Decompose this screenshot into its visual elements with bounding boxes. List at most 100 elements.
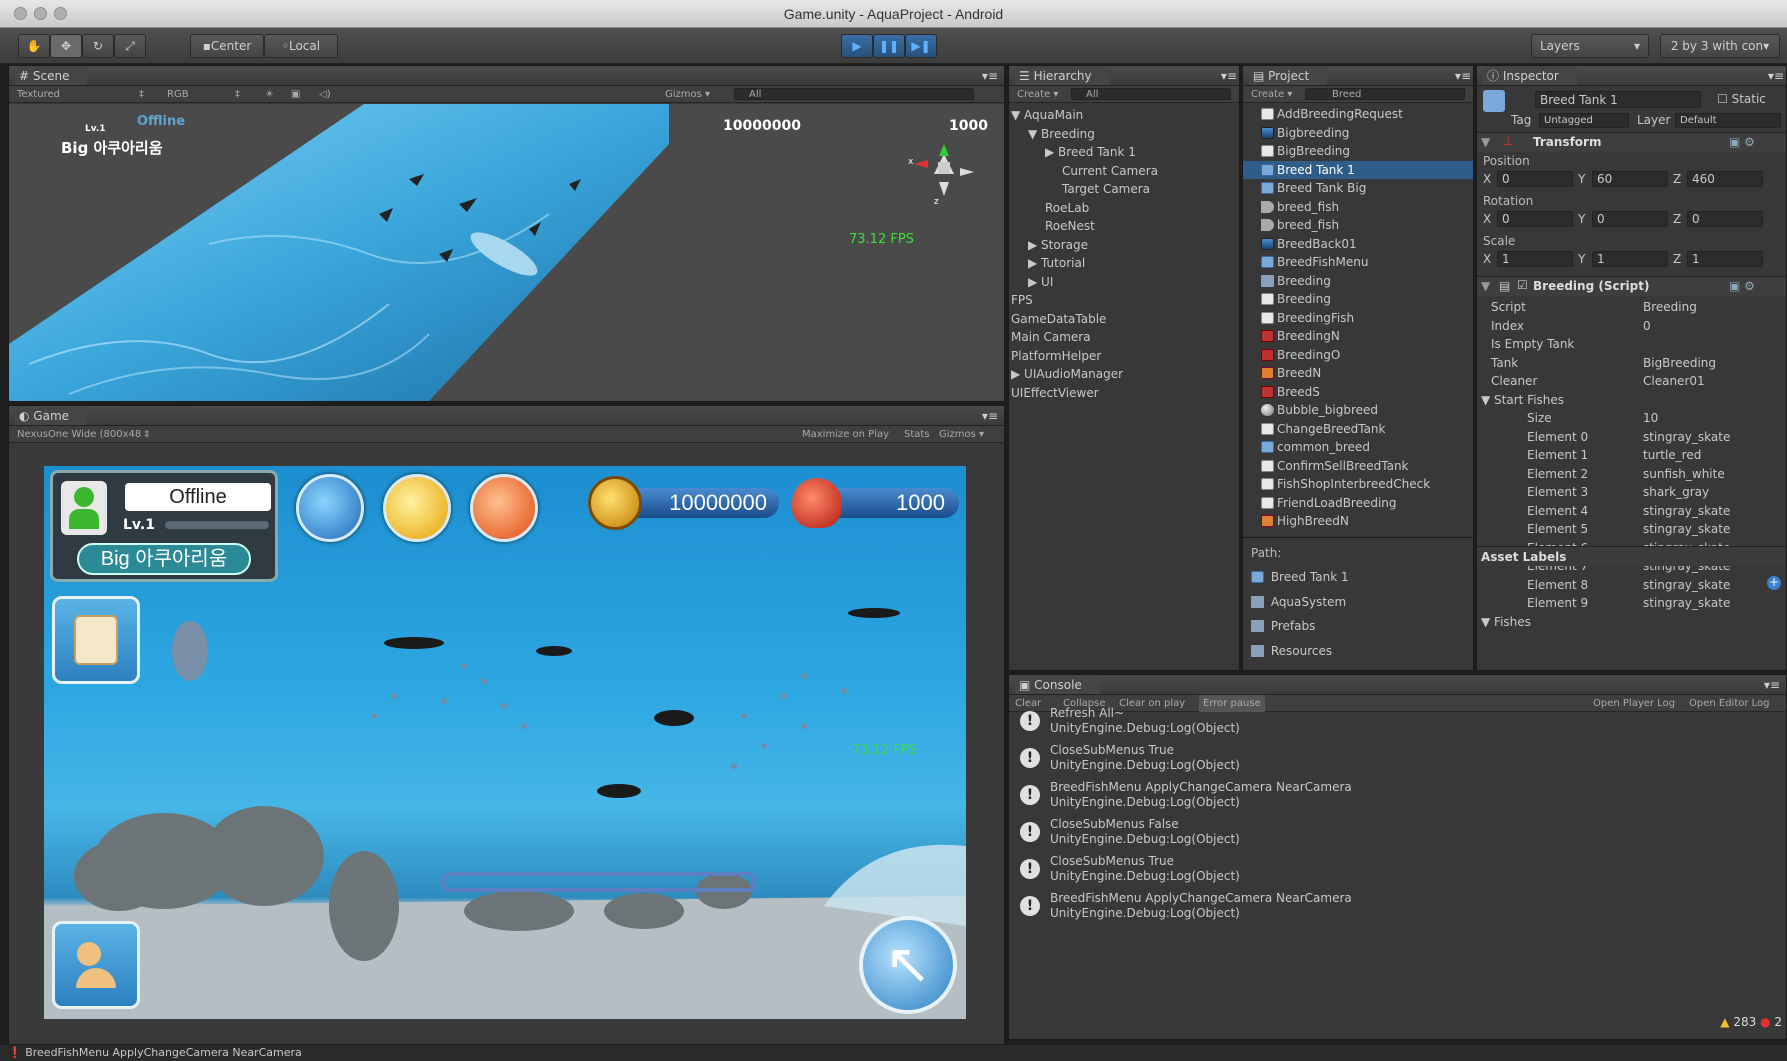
project-asset-item[interactable]: ConfirmSellBreedTank	[1243, 457, 1473, 476]
step-icon[interactable]: ▶❚	[905, 34, 937, 58]
project-asset-item[interactable]: Bigbreeding	[1243, 124, 1473, 143]
project-asset-item[interactable]: Breeding	[1243, 290, 1473, 309]
stats-toggle[interactable]: Stats	[904, 426, 930, 443]
hierarchy-item[interactable]: Target Camera	[1009, 180, 1239, 199]
console-log-entry[interactable]: ! CloseSubMenus False UnityEngine.Debug:Lo…	[1009, 816, 1775, 853]
panel-menu-icon[interactable]: ▾≡	[982, 406, 998, 426]
tab-hierarchy[interactable]: ☰ Hierarchy	[1015, 66, 1110, 85]
project-asset-item[interactable]: BigBreeding	[1243, 142, 1473, 161]
rotation-y-field[interactable]: 0	[1592, 211, 1668, 227]
gold-icon[interactable]	[383, 474, 451, 542]
friends-icon[interactable]	[52, 921, 140, 1009]
add-label-icon[interactable]: +	[1767, 576, 1781, 590]
hierarchy-item[interactable]: ▼ AquaMain	[1009, 106, 1239, 125]
element-field-value[interactable]: stingray_skate	[1643, 428, 1730, 447]
play-icon[interactable]: ▶	[841, 34, 873, 58]
path-item[interactable]: Breed Tank 1	[1251, 570, 1349, 595]
script-field-value[interactable]: Cleaner01	[1643, 372, 1705, 391]
size-field-value[interactable]: 10	[1643, 409, 1658, 428]
project-asset-item[interactable]: BreedingO	[1243, 346, 1473, 365]
position-x-field[interactable]: 0	[1497, 171, 1573, 187]
audio-toggle-icon[interactable]: ◁)	[319, 86, 331, 103]
project-asset-item[interactable]: BreedS	[1243, 383, 1473, 402]
script-field[interactable]: Tank BigBreeding	[1477, 354, 1786, 373]
hierarchy-create-button[interactable]: Create ▾	[1017, 89, 1058, 100]
element-field-value[interactable]: sunfish_white	[1643, 465, 1725, 484]
game-gizmos-dropdown[interactable]: Gizmos ▾	[939, 426, 984, 443]
script-field[interactable]: Cleaner Cleaner01	[1477, 372, 1786, 391]
tab-game[interactable]: ◐ Game	[15, 406, 88, 425]
project-asset-item[interactable]: AddBreedingRequest	[1243, 105, 1473, 124]
rotation-z-field[interactable]: 0	[1687, 211, 1763, 227]
project-asset-item[interactable]: BreedBack01	[1243, 235, 1473, 254]
project-create-button[interactable]: Create ▾	[1251, 89, 1292, 100]
script-header[interactable]: ▼ ▤ ☑ Breeding (Script) ▣ ⚙	[1477, 276, 1786, 296]
hierarchy-item[interactable]: UIEffectViewer	[1009, 384, 1239, 403]
project-search-input[interactable]: Breed	[1305, 88, 1465, 100]
project-asset-item[interactable]: ChangeBreedTank	[1243, 420, 1473, 439]
settings-gear-icon[interactable]: ▣ ⚙	[1729, 135, 1755, 149]
scene-search-input[interactable]: All	[734, 88, 974, 100]
scene-orientation-gizmo-icon[interactable]: xz	[904, 134, 984, 204]
script-field[interactable]: Index 0	[1477, 317, 1786, 336]
script-field[interactable]: Is Empty Tank	[1477, 335, 1786, 354]
element-field-value[interactable]: stingray_skate	[1643, 594, 1730, 613]
local-pivot-button[interactable]: ◦ Local	[264, 34, 338, 58]
console-log-entry[interactable]: ! BreedFishMenu ApplyChangeCamera NearCam…	[1009, 890, 1775, 927]
project-asset-item[interactable]: Bubble_bigbreed	[1243, 401, 1473, 420]
rotation-x-field[interactable]: 0	[1497, 211, 1573, 227]
console-log-entry[interactable]: ! CloseSubMenus True UnityEngine.Debug:Log…	[1009, 742, 1775, 779]
hierarchy-item[interactable]: ▶ UI	[1009, 273, 1239, 292]
lock-icon[interactable]: ▾≡	[1768, 66, 1784, 86]
zoom-window-button[interactable]	[54, 7, 67, 20]
maximize-on-play-toggle[interactable]: Maximize on Play	[802, 426, 889, 443]
scale-z-field[interactable]: 1	[1687, 251, 1763, 267]
project-asset-item[interactable]: breed_fish	[1243, 216, 1473, 235]
shading-mode-dropdown[interactable]: Textured	[17, 89, 60, 100]
element-field-value[interactable]: stingray_skate	[1643, 502, 1730, 521]
fish-shop-icon[interactable]	[296, 474, 364, 542]
element-field[interactable]: Element 9 stingray_skate	[1477, 594, 1786, 613]
status-bar[interactable]: ❗ BreedFishMenu ApplyChangeCamera NearCa…	[0, 1045, 1787, 1061]
settings-gear-icon[interactable]: ▣ ⚙	[1729, 279, 1755, 293]
transform-header[interactable]: ▼ ⊥ Transform ▣ ⚙	[1477, 132, 1786, 152]
game-viewport[interactable]: Offline Lv.1 Big 아쿠아리움 10000000 1000 ↖ 7…	[44, 466, 966, 1019]
panel-menu-icon[interactable]: ▾≡	[1455, 66, 1471, 86]
hierarchy-item[interactable]: ▼ Breeding	[1009, 125, 1239, 144]
hierarchy-item[interactable]: FPS	[1009, 291, 1239, 310]
path-item[interactable]: Resources	[1251, 644, 1349, 669]
start-fishes-foldout[interactable]: ▼ Start Fishes	[1477, 391, 1786, 410]
project-asset-item[interactable]: breed_fish	[1243, 198, 1473, 217]
element-field[interactable]: Element 8 stingray_skate	[1477, 576, 1786, 595]
asset-labels-header[interactable]: Asset Labels	[1477, 546, 1786, 566]
project-asset-item[interactable]: Breed Tank Big	[1243, 179, 1473, 198]
console-log-entry[interactable]: ! BreedFishMenu ApplyChangeCamera NearCam…	[1009, 779, 1775, 816]
element-field[interactable]: Element 2 sunfish_white	[1477, 465, 1786, 484]
hierarchy-item[interactable]: Current Camera	[1009, 162, 1239, 181]
layer-dropdown[interactable]: Default	[1675, 113, 1781, 128]
hierarchy-item[interactable]: RoeNest	[1009, 217, 1239, 236]
hierarchy-item[interactable]: GameDataTable	[1009, 310, 1239, 329]
path-item[interactable]: Prefabs	[1251, 619, 1349, 644]
console-log-entry[interactable]: ! CloseSubMenus True UnityEngine.Debug:Log…	[1009, 853, 1775, 890]
tab-console[interactable]: ▣ Console	[1015, 675, 1100, 694]
project-asset-item[interactable]: HighBreedN	[1243, 512, 1473, 531]
tab-inspector[interactable]: ⓘ Inspector	[1483, 66, 1577, 85]
rotate-tool-icon[interactable]: ↻	[82, 34, 114, 58]
hierarchy-item[interactable]: ▶ Breed Tank 1	[1009, 143, 1239, 162]
script-enabled-checkbox[interactable]: ☑	[1517, 278, 1528, 292]
layers-dropdown[interactable]: Layers ▾	[1531, 34, 1649, 58]
avatar[interactable]	[61, 481, 107, 535]
back-arrow-icon[interactable]: ↖	[859, 916, 957, 1014]
quest-scroll-icon[interactable]	[52, 596, 140, 684]
scene-viewport[interactable]: Offline Lv.1 Big 아쿠아리움 10000000 1000 73.…	[9, 104, 1004, 401]
hierarchy-item[interactable]: Main Camera	[1009, 328, 1239, 347]
scale-y-field[interactable]: 1	[1592, 251, 1668, 267]
element-field-value[interactable]: shark_gray	[1643, 483, 1709, 502]
tab-project[interactable]: ▤ Project	[1249, 66, 1328, 85]
project-asset-item[interactable]: BreedFishMenu	[1243, 253, 1473, 272]
position-z-field[interactable]: 460	[1687, 171, 1763, 187]
size-field[interactable]: Size 10	[1477, 409, 1786, 428]
fishes-foldout[interactable]: ▼ Fishes	[1477, 613, 1786, 632]
pause-icon[interactable]: ❚❚	[873, 34, 905, 58]
